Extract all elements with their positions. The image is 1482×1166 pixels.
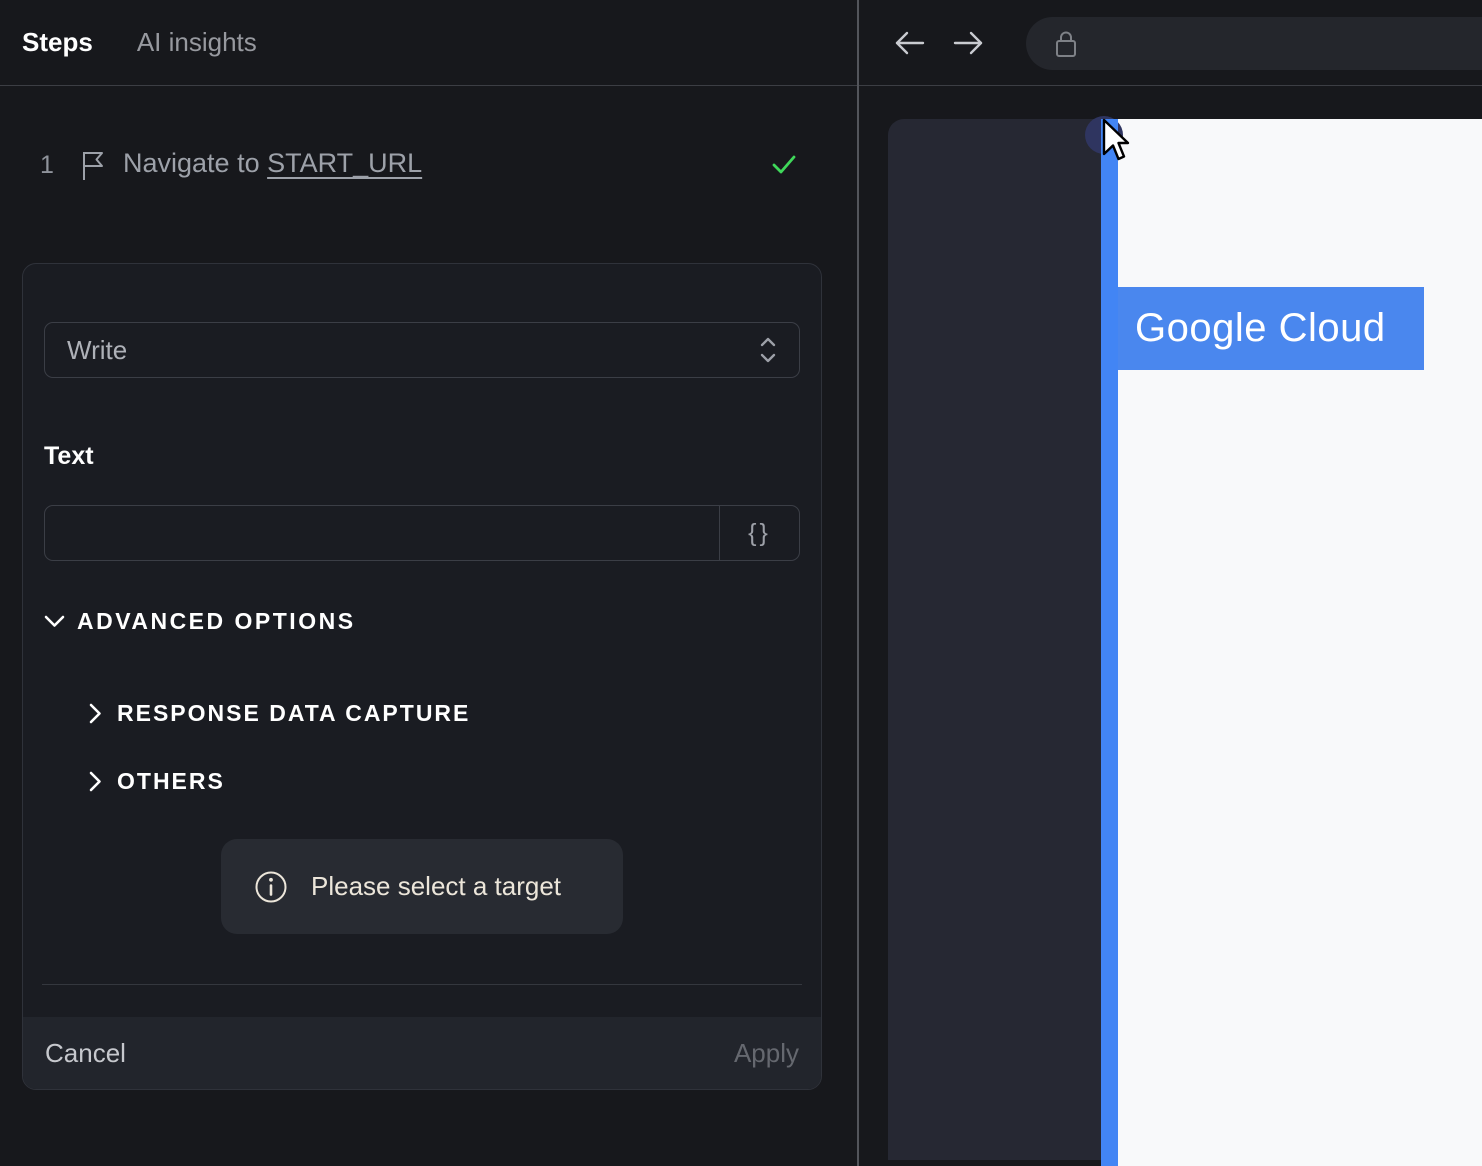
footer-divider xyxy=(42,984,802,985)
browser-preview: Google Cloud xyxy=(859,0,1482,1166)
step-text: Navigate to xyxy=(123,148,260,178)
text-input-group: {} xyxy=(44,505,800,561)
panel-header: Steps AI insights xyxy=(0,0,857,86)
address-bar[interactable] xyxy=(1026,17,1482,70)
browser-viewport: Google Cloud xyxy=(859,87,1482,1166)
insert-variable-button[interactable]: {} xyxy=(719,506,799,560)
lock-icon xyxy=(1052,29,1080,59)
steps-panel: Steps AI insights 1 Navigate to START_UR… xyxy=(0,0,857,1166)
back-arrow-icon[interactable] xyxy=(893,28,927,58)
action-select-value: Write xyxy=(67,334,128,365)
info-icon xyxy=(253,869,289,905)
page-dark-sidebar xyxy=(888,119,1101,1160)
text-input[interactable] xyxy=(45,506,719,560)
select-target-notice: Please select a target xyxy=(221,839,623,934)
others-label: OTHERS xyxy=(117,767,225,794)
step-label: Navigate to START_URL xyxy=(123,148,422,179)
response-data-capture-label: RESPONSE DATA CAPTURE xyxy=(117,699,471,726)
step-editor-card: Write Text {} ADVANCED OPTIONS RESPONSE … xyxy=(22,263,822,1090)
chevron-right-icon xyxy=(89,771,102,792)
start-url-link[interactable]: START_URL xyxy=(267,148,422,178)
advanced-options-label: ADVANCED OPTIONS xyxy=(77,607,356,634)
action-select[interactable]: Write xyxy=(44,322,800,378)
others-toggle[interactable]: OTHERS xyxy=(89,768,225,794)
element-highlight-stripe xyxy=(1101,119,1118,1166)
page-background xyxy=(1118,119,1482,1166)
select-target-notice-text: Please select a target xyxy=(311,871,562,901)
forward-arrow-icon[interactable] xyxy=(951,28,985,58)
cancel-button[interactable]: Cancel xyxy=(45,1038,126,1069)
tab-steps[interactable]: Steps xyxy=(22,27,93,58)
apply-button[interactable]: Apply xyxy=(734,1038,799,1069)
step-number: 1 xyxy=(40,151,54,179)
browser-topbar xyxy=(859,0,1482,86)
select-chevrons-icon xyxy=(759,336,777,364)
google-cloud-highlight[interactable]: Google Cloud xyxy=(1118,287,1424,370)
success-check-icon xyxy=(770,150,798,178)
advanced-options-toggle[interactable]: ADVANCED OPTIONS xyxy=(44,606,356,636)
chevron-down-icon xyxy=(44,615,65,628)
editor-footer: Cancel Apply xyxy=(23,1017,821,1089)
mouse-cursor-icon xyxy=(1102,118,1136,166)
text-field-label: Text xyxy=(44,442,94,470)
response-data-capture-toggle[interactable]: RESPONSE DATA CAPTURE xyxy=(89,700,470,726)
step-row[interactable]: 1 Navigate to START_URL xyxy=(0,148,840,188)
chevron-right-icon xyxy=(89,703,102,724)
flag-icon xyxy=(80,150,106,182)
tab-ai-insights[interactable]: AI insights xyxy=(137,27,257,58)
